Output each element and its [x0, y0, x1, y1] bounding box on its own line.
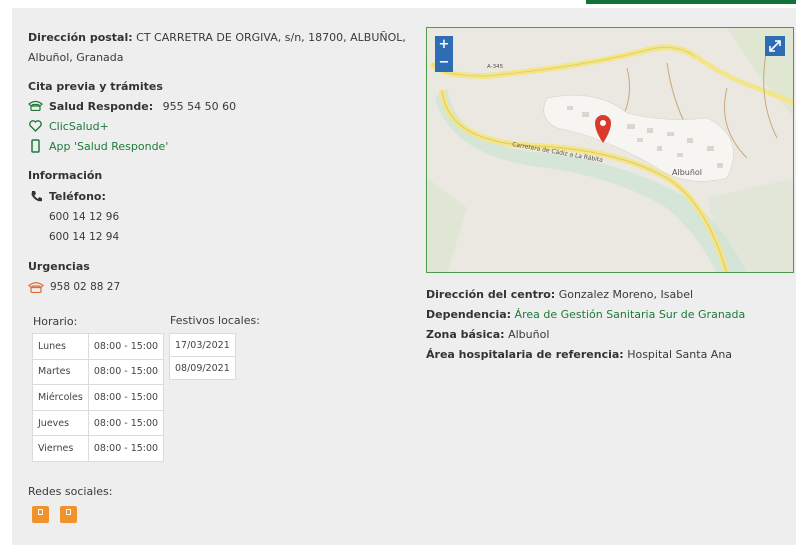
zoom-out-button[interactable]: − [435, 54, 453, 72]
center-dependencia: Dependencia: Área de Gestión Sanitaria S… [426, 308, 745, 321]
center-director-value: Gonzalez Moreno, Isabel [558, 288, 694, 301]
postal-address-label: Dirección postal: [28, 31, 133, 44]
zona-label: Zona básica: [426, 328, 505, 341]
info-heading: Información [28, 169, 103, 182]
schedule-day: Jueves [32, 409, 89, 437]
schedule-day: Martes [32, 358, 89, 386]
telephone-label: Teléfono: [49, 190, 106, 203]
center-zona: Zona básica: Albuñol [426, 328, 549, 341]
area-value: Hospital Santa Ana [627, 348, 733, 361]
telephone-number-1: 600 14 12 96 [49, 211, 120, 223]
table-row: Jueves 08:00 - 15:00 [32, 409, 165, 437]
salud-responde: Salud Responde: 955 54 50 60 [49, 100, 236, 113]
table-row: Lunes 08:00 - 15:00 [32, 333, 165, 360]
table-row: Viernes 08:00 - 15:00 [32, 435, 165, 462]
top-accent-bar [586, 0, 796, 4]
appointments-heading: Cita previa y trámites [28, 80, 163, 93]
schedule-hours: 08:00 - 15:00 [87, 409, 165, 437]
holidays-table: 17/03/2021 08/09/2021 [169, 333, 236, 380]
horario-heading: Horario: [33, 315, 78, 328]
map-road-label: A-345 [487, 64, 504, 70]
dependencia-link[interactable]: Área de Gestión Sanitaria Sur de Granada [515, 308, 746, 321]
table-row: Miércoles 08:00 - 15:00 [32, 384, 165, 411]
social-heading: Redes sociales: [28, 485, 113, 498]
clicsalud-link[interactable]: ClicSalud+ [49, 120, 109, 133]
zoom-in-button[interactable]: + [435, 36, 453, 54]
center-director-label: Dirección del centro: [426, 288, 556, 301]
schedule-hours: 08:00 - 15:00 [87, 358, 165, 386]
holiday-date: 08/09/2021 [169, 356, 236, 380]
telephone-number-2: 600 14 12 94 [49, 231, 120, 243]
schedule-day: Lunes [32, 333, 89, 360]
blog-icon[interactable] [60, 506, 77, 523]
salud-responde-label: Salud Responde: [49, 100, 154, 113]
center-area: Área hospitalaria de referencia: Hospita… [426, 348, 732, 361]
urgencias-heading: Urgencias [28, 260, 90, 273]
festivos-heading: Festivos locales: [170, 314, 260, 327]
fullscreen-button[interactable] [765, 36, 785, 56]
blog-icon[interactable] [32, 506, 49, 523]
telephone-icon [31, 191, 42, 202]
salud-responde-app-link[interactable]: App 'Salud Responde' [49, 140, 168, 153]
postal-address-line2: Albuñol, Granada [28, 51, 124, 64]
location-map[interactable]: A-345 Carretera de Cádiz a La Rábita Alb… [426, 27, 794, 273]
schedule-day: Miércoles [32, 384, 89, 411]
salud-responde-phone: 955 54 50 60 [162, 100, 237, 113]
expand-icon [769, 40, 781, 52]
postal-address-line1: CT CARRETRA DE ORGIVA, s/n, 18700, ALBUÑ… [136, 31, 406, 44]
heart-icon [29, 120, 42, 132]
mobile-icon [31, 139, 40, 153]
table-row: 17/03/2021 [169, 333, 236, 357]
urgencias-phone: 958 02 88 27 [50, 281, 121, 293]
zona-value: Albuñol [508, 328, 550, 341]
schedule-hours: 08:00 - 15:00 [87, 333, 165, 360]
table-row: Martes 08:00 - 15:00 [32, 358, 165, 386]
schedule-hours: 08:00 - 15:00 [87, 384, 165, 411]
schedule-hours: 08:00 - 15:00 [87, 435, 165, 462]
holiday-date: 17/03/2021 [169, 333, 236, 357]
area-label: Área hospitalaria de referencia: [426, 348, 624, 361]
map-town-label: Albuñol [672, 168, 702, 177]
phone-icon [28, 100, 43, 111]
schedule-day: Viernes [32, 435, 89, 462]
table-row: 08/09/2021 [169, 356, 236, 380]
dependencia-label: Dependencia: [426, 308, 512, 321]
center-director: Dirección del centro: Gonzalez Moreno, I… [426, 288, 693, 301]
map-canvas: A-345 Carretera de Cádiz a La Rábita Alb… [427, 28, 793, 272]
postal-address: Dirección postal: CT CARRETRA DE ORGIVA,… [28, 31, 406, 44]
schedule-table: Lunes 08:00 - 15:00 Martes 08:00 - 15:00 M… [32, 333, 165, 462]
urgent-phone-icon [28, 282, 44, 293]
